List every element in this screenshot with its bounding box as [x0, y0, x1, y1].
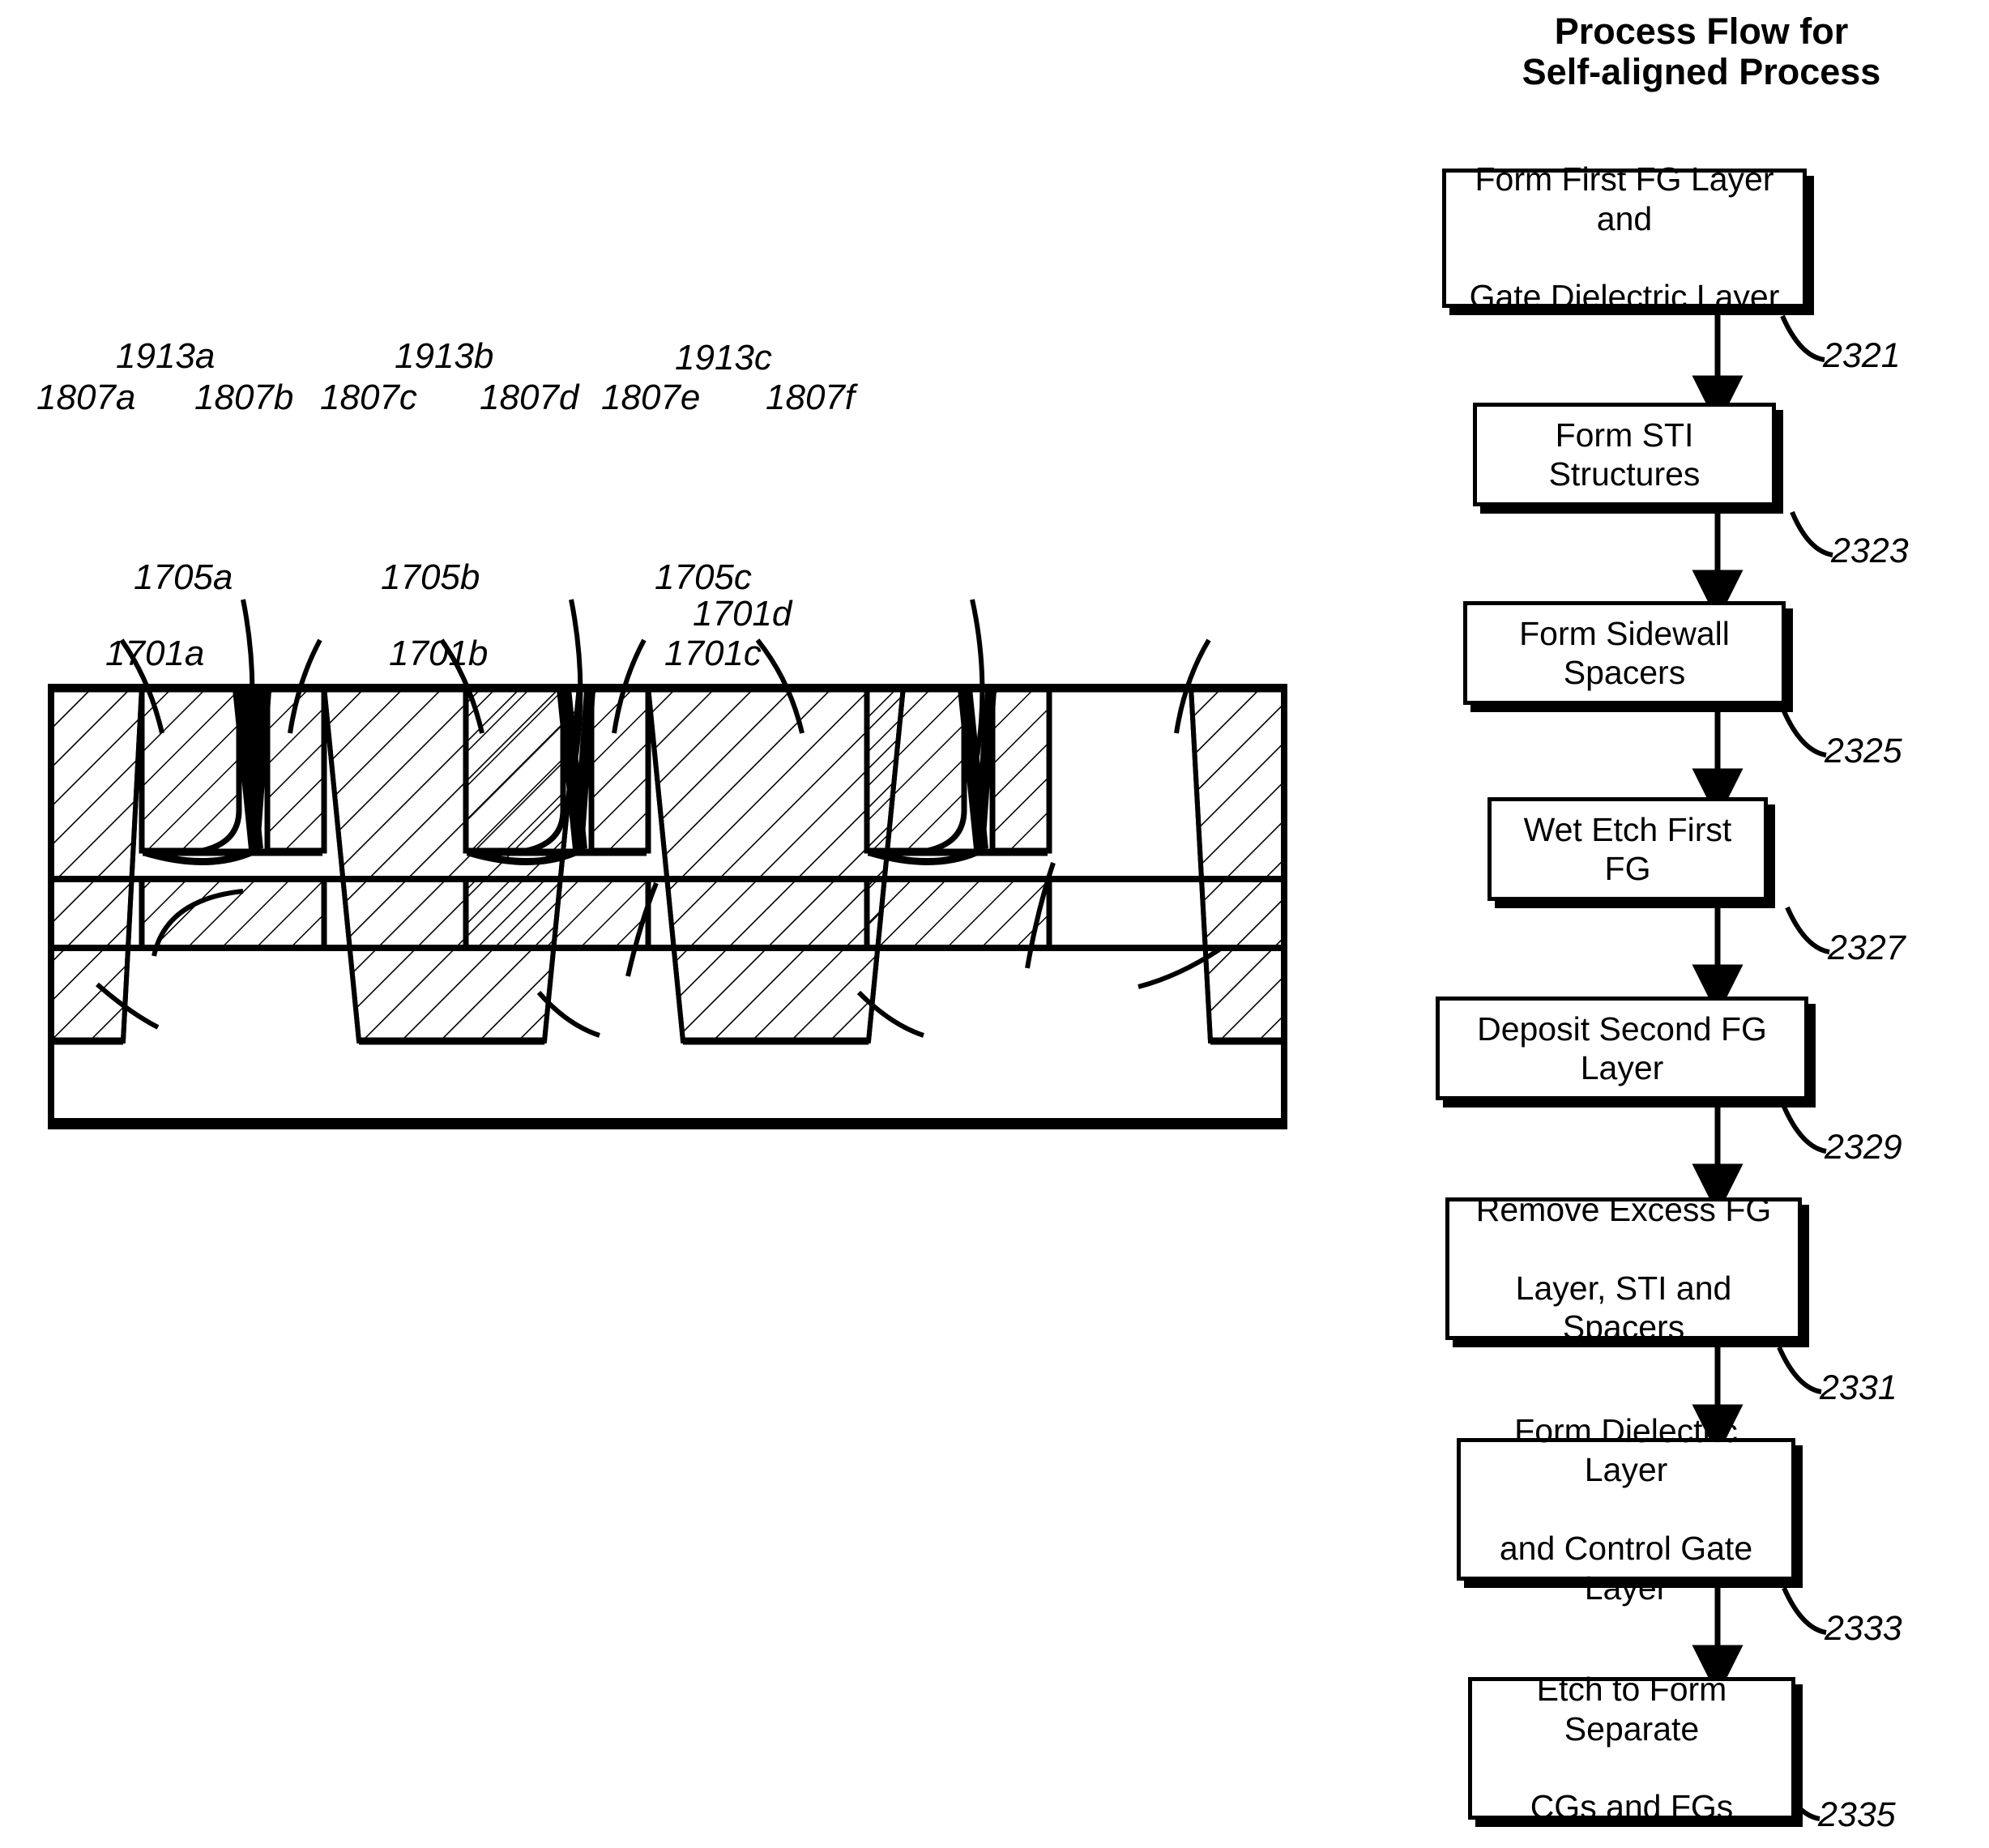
flow-step-6-line1: Remove Excess FG [1475, 1191, 1772, 1229]
flowchart-title: Process Flow for Self-aligned Process [1394, 11, 1989, 93]
ref-2331: 2331 [1820, 1368, 1897, 1407]
flow-step-7-line1: Form Dielectric Layer [1514, 1412, 1738, 1489]
flow-step-1-line1: Form First FG Layer and [1475, 160, 1774, 237]
flow-step-2-line1: Form STI Structures [1548, 416, 1701, 493]
flow-step-6-line2: Layer, STI and Spacers [1515, 1270, 1732, 1347]
flow-step-7-line2: and Control Gate Layer [1499, 1530, 1753, 1607]
label-1705c: 1705c [655, 557, 752, 597]
label-1701b: 1701b [389, 634, 489, 673]
label-1701c: 1701c [664, 634, 762, 673]
flow-step-7[interactable]: Form Dielectric Layer and Control Gate L… [1457, 1412, 1795, 1607]
label-1807c: 1807c [320, 378, 417, 417]
label-1913a: 1913a [116, 336, 216, 376]
ref-2329: 2329 [1825, 1128, 1902, 1167]
flow-step-4-line1: Wet Etch First FG [1523, 810, 1732, 887]
label-1913c: 1913c [675, 338, 772, 378]
flow-step-8-line2: CGs and FGs [1530, 1788, 1734, 1826]
flow-step-3[interactable]: Form Sidewall Spacers [1463, 601, 1786, 705]
flowchart-title-line1: Process Flow for [1554, 11, 1849, 52]
flow-step-3-line1: Form Sidewall Spacers [1519, 614, 1730, 691]
label-1913b: 1913b [395, 336, 494, 376]
flow-step-8[interactable]: Etch to Form Separate CGs and FGs [1468, 1671, 1795, 1825]
ref-2323: 2323 [1831, 531, 1909, 570]
label-1807e: 1807e [601, 378, 701, 417]
flow-step-8-line1: Etch to Form Separate [1536, 1671, 1727, 1748]
ref-2321: 2321 [1823, 336, 1901, 375]
flowchart-title-line2: Self-aligned Process [1522, 51, 1881, 93]
flow-step-1[interactable]: Form First FG Layer and Gate Dielectric … [1442, 160, 1807, 315]
label-1705a: 1705a [134, 557, 233, 597]
ref-2325: 2325 [1825, 732, 1902, 770]
flow-step-5-line1: Deposit Second FG Layer [1477, 1009, 1767, 1086]
flow-step-4[interactable]: Wet Etch First FG [1487, 797, 1768, 901]
label-1705b: 1705b [381, 557, 480, 597]
flow-step-1-line2: Gate Dielectric Layer [1469, 278, 1780, 316]
label-1807d: 1807d [480, 378, 579, 417]
ref-2333: 2333 [1825, 1609, 1902, 1648]
flow-step-2[interactable]: Form STI Structures [1473, 403, 1776, 506]
label-1807a: 1807a [36, 378, 136, 417]
label-1807f: 1807f [766, 378, 856, 417]
ref-2335: 2335 [1818, 1795, 1896, 1834]
label-1807b: 1807b [194, 378, 294, 417]
flow-step-5[interactable]: Deposit Second FG Layer [1436, 997, 1808, 1100]
flow-step-6[interactable]: Remove Excess FG Layer, STI and Spacers [1445, 1191, 1802, 1346]
label-1701d: 1701d [693, 594, 792, 634]
ref-2327: 2327 [1828, 928, 1906, 967]
cross-section-figure: 1807a 1913a 1807b 1807c 1913b 1807d 1807… [0, 0, 1377, 1215]
label-1701a: 1701a [105, 634, 205, 673]
